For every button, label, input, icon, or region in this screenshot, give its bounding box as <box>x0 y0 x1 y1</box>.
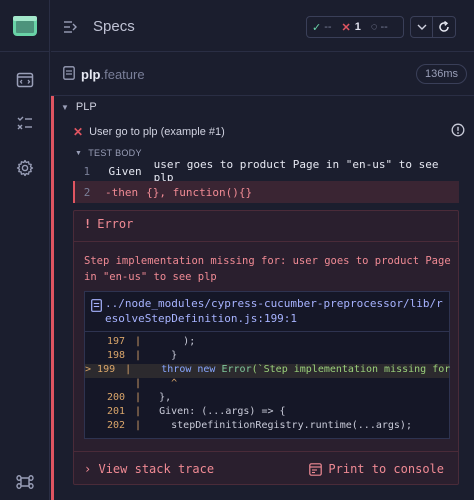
info-icon[interactable] <box>451 123 465 137</box>
file-basename: plp <box>81 67 101 82</box>
code-line: 202 | stepDefinitionRegistry.runtime(...… <box>85 420 449 434</box>
chevron-right-icon: › <box>84 462 92 476</box>
test-title-row[interactable]: ✕ User go to plp (example #1) <box>73 122 468 142</box>
test-title: User go to plp (example #1) <box>89 126 225 138</box>
print-to-console-button[interactable]: Print to console <box>309 462 444 476</box>
pointer-arrow-icon: > <box>85 364 98 375</box>
failed-x-icon: ✕ <box>73 125 84 139</box>
divider <box>74 241 458 242</box>
error-panel: ! Error Step implementation missing for: … <box>73 210 459 485</box>
code-keyword: throw new <box>161 364 216 375</box>
caret-marker: ^ <box>147 378 178 389</box>
specs-header: Specs ✓ -- ✕ 1 ◌ -- <box>51 0 474 52</box>
line-code: Given: (...args) => { <box>147 406 286 417</box>
collapse-specs-icon[interactable] <box>63 20 79 34</box>
specs-nav-icon[interactable] <box>13 68 37 92</box>
test-runner: ▼ PLP ✕ User go to plp (example #1) ▼ TE… <box>51 96 474 500</box>
spec-file-bar: plp.feature 136ms <box>51 52 474 96</box>
code-frame: ../node_modules/cypress-cucumber-preproc… <box>84 291 450 439</box>
pending-stat: ◌ -- <box>366 17 393 37</box>
code-string: (`Step implementation missing for <box>251 364 451 375</box>
test-body-label[interactable]: ▼ TEST BODY <box>75 148 142 158</box>
code-line: 198 | } <box>85 350 449 364</box>
step-keyword: Given <box>108 164 142 178</box>
terminal-icon <box>309 462 323 476</box>
view-stack-label: View stack trace <box>98 462 215 476</box>
view-stack-trace-button[interactable]: › View stack trace <box>84 462 214 476</box>
error-footer: › View stack trace Print to console <box>74 451 458 485</box>
step-number: 2 <box>83 185 91 199</box>
line-number: 199 <box>97 364 116 375</box>
line-number: 198 <box>106 350 125 361</box>
x-icon: ✕ <box>341 21 351 34</box>
caret-down-icon: ▼ <box>61 102 69 112</box>
duration-badge: 136ms <box>415 64 467 84</box>
code-line: 201 | Given: (...args) => { <box>85 406 449 420</box>
check-icon: ✓ <box>312 21 322 34</box>
suite-title: PLP <box>75 101 97 113</box>
line-number: 202 <box>106 420 125 431</box>
settings-gear-icon[interactable] <box>13 156 37 180</box>
code-lines: 197 | ); 198 | } > 199 | throw new Error… <box>85 336 451 434</box>
command-row-failed[interactable]: 2 -then {}, function(){} <box>73 181 459 203</box>
code-frame-header: ../node_modules/cypress-cucumber-preproc… <box>85 292 449 332</box>
controls-box <box>410 16 456 38</box>
print-console-label: Print to console <box>328 462 444 476</box>
failed-count: 1 <box>354 21 361 33</box>
command-row[interactable]: 1 Given user goes to product Page in "en… <box>73 158 459 184</box>
step-keyword: -then <box>105 185 139 199</box>
spec-file-name[interactable]: plp.feature <box>81 67 145 82</box>
rerun-icon[interactable] <box>433 17 455 37</box>
runs-nav-icon[interactable] <box>13 112 37 136</box>
code-class: Error <box>221 364 252 375</box>
cypress-logo-icon <box>13 16 37 36</box>
line-code: ); <box>147 336 196 347</box>
step-number: 1 <box>83 164 91 178</box>
line-code: stepDefinitionRegistry.runtime(...args); <box>147 420 412 431</box>
failure-indicator-bar <box>51 96 54 500</box>
left-rail <box>0 0 50 500</box>
line-number: 201 <box>106 406 125 417</box>
chevron-down-icon[interactable] <box>411 17 433 37</box>
alert-icon: ! <box>84 217 92 231</box>
error-message: Step implementation missing for: user go… <box>84 255 451 283</box>
line-code: }, <box>147 392 172 403</box>
test-body-text: TEST BODY <box>88 148 142 158</box>
line-number: 200 <box>106 392 125 403</box>
caret-down-icon: ▼ <box>75 149 83 157</box>
failed-stat: ✕ 1 <box>337 17 366 37</box>
document-icon <box>63 66 75 80</box>
line-number: 197 <box>106 336 125 347</box>
pending-icon: ◌ <box>370 21 378 33</box>
passed-stat: ✓ -- <box>307 17 337 37</box>
code-line: 197 | ); <box>85 336 449 350</box>
file-extension: .feature <box>100 67 145 82</box>
main-panel: Specs ✓ -- ✕ 1 ◌ -- plp.feature 136ms ▼ … <box>51 0 474 500</box>
line-number <box>85 378 129 392</box>
source-file-link[interactable]: ../node_modules/cypress-cucumber-preproc… <box>105 296 445 326</box>
pending-count: -- <box>380 21 388 33</box>
step-text: {}, function(){} <box>146 185 253 199</box>
error-header: ! Error <box>84 217 133 231</box>
code-line: 200 | }, <box>85 392 449 406</box>
file-icon <box>91 299 102 312</box>
line-code: } <box>147 350 178 361</box>
code-line: | ^ <box>85 378 449 392</box>
test-stats: ✓ -- ✕ 1 ◌ -- <box>306 16 456 38</box>
passed-count: -- <box>324 21 332 33</box>
error-title: Error <box>97 217 134 231</box>
suite-header[interactable]: ▼ PLP <box>61 101 97 113</box>
code-line-highlighted: > 199 | throw new Error (`Step implementa… <box>85 364 451 378</box>
stats-box: ✓ -- ✕ 1 ◌ -- <box>306 16 404 38</box>
specs-title[interactable]: Specs <box>93 18 135 35</box>
keyboard-shortcuts-icon[interactable] <box>13 472 37 497</box>
